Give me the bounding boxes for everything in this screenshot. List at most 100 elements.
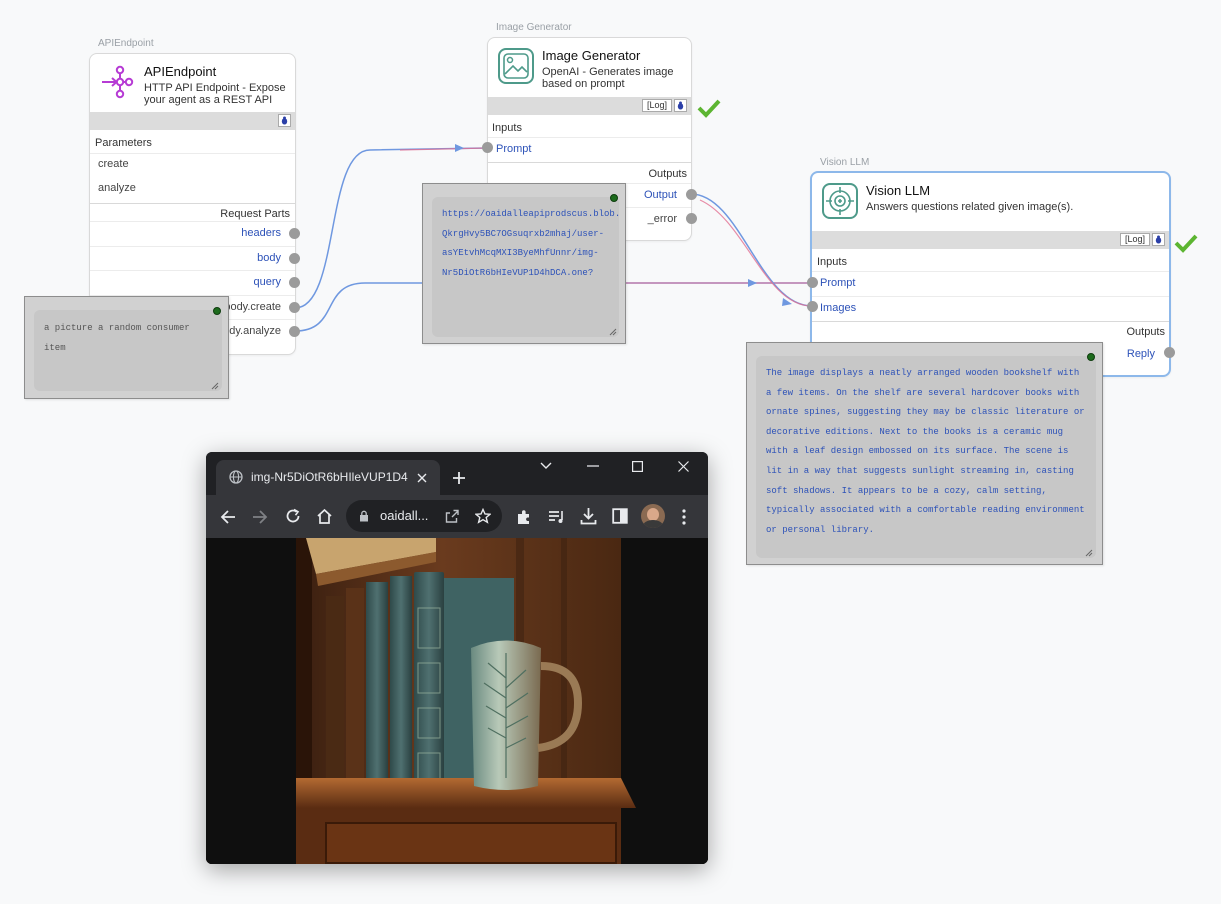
log-button[interactable]: [Log] (1119, 233, 1150, 246)
output-main-label: Output (643, 189, 677, 201)
browser-tab[interactable]: img-Nr5DiOtR6bHIleVUP1D4 (216, 460, 440, 495)
api-value-popup[interactable]: a picture a random consumer item (24, 296, 229, 399)
vision-reply-text[interactable]: The image displays a neatly arranged woo… (756, 356, 1096, 558)
lock-icon (360, 510, 368, 522)
port-output[interactable] (686, 189, 697, 200)
tab-strip: img-Nr5DiOtR6bHIleVUP1D4 (206, 452, 708, 495)
api-endpoint-icon (98, 62, 138, 102)
share-icon[interactable] (444, 508, 460, 524)
maximize-icon[interactable] (632, 461, 643, 472)
output-row-headers: headers (90, 221, 295, 245)
output-body-create-label: body.create (224, 301, 281, 313)
extensions-icon[interactable] (516, 509, 532, 525)
port-body[interactable] (289, 253, 300, 264)
image-url-popup[interactable]: https://oaidalleapiprodscus.blob.core.wi… (422, 183, 626, 344)
log-button[interactable]: [Log] (641, 99, 672, 112)
chevron-down-icon[interactable] (540, 462, 552, 470)
new-tab-icon[interactable] (452, 471, 466, 485)
api-node-caption: APIEndpoint (98, 38, 154, 49)
address-bar[interactable]: oaidall... (346, 500, 502, 532)
node-description: OpenAI - Generates image based on prompt (542, 66, 674, 90)
side-panel-icon[interactable] (612, 508, 628, 524)
port-query[interactable] (289, 277, 300, 288)
port-prompt-in[interactable] (482, 142, 493, 153)
image-url-text[interactable]: https://oaidalleapiprodscus.blob.core.wi… (432, 197, 619, 337)
back-icon[interactable] (220, 509, 236, 525)
api-value-text[interactable]: a picture a random consumer item (34, 310, 222, 391)
bug-icon (281, 116, 288, 125)
port-headers[interactable] (289, 228, 300, 239)
browser-window: img-Nr5DiOtR6bHIleVUP1D4 oaidall... (206, 452, 708, 864)
node-title: Vision LLM (866, 183, 931, 198)
close-window-icon[interactable] (678, 461, 689, 472)
inputs-label: Inputs (817, 256, 847, 268)
param-create[interactable]: create (98, 158, 129, 170)
input-row-prompt: Prompt (812, 271, 1169, 295)
minimize-icon[interactable] (587, 465, 599, 467)
forward-icon[interactable] (252, 509, 268, 525)
output-row-body: body (90, 246, 295, 270)
output-query-label: query (253, 276, 281, 288)
home-icon[interactable] (316, 508, 333, 525)
status-dot-icon (610, 194, 618, 202)
tab-title: img-Nr5DiOtR6bHIleVUP1D4 (251, 470, 408, 484)
vision-target-icon (820, 181, 860, 221)
node-toolbar: [Log] (812, 231, 1169, 249)
output-reply-label: Reply (1126, 348, 1155, 360)
input-prompt-label: Prompt (820, 277, 856, 289)
bookshelf-image (206, 538, 708, 864)
success-check-icon (1174, 234, 1198, 253)
address-text: oaidall... (380, 508, 429, 523)
input-prompt-label: Prompt (496, 143, 532, 155)
image-node-caption: Image Generator (496, 22, 572, 33)
port-body-analyze[interactable] (289, 326, 300, 337)
port-vision-prompt-in[interactable] (807, 277, 818, 288)
browser-toolbar: oaidall... (206, 495, 708, 538)
close-tab-icon[interactable] (417, 473, 427, 483)
input-row-images: Images (812, 296, 1169, 320)
param-analyze[interactable]: analyze (98, 182, 136, 194)
page-viewport (206, 538, 708, 864)
resize-handle-icon[interactable] (609, 328, 617, 336)
download-icon[interactable] (580, 507, 597, 525)
success-check-icon (697, 99, 721, 118)
bug-icon (677, 101, 684, 110)
outputs-label: Outputs (1126, 326, 1165, 338)
port-error[interactable] (686, 213, 697, 224)
input-row-prompt: Prompt (488, 137, 691, 161)
node-description: Answers questions related given image(s)… (866, 201, 1074, 213)
node-description: HTTP API Endpoint - Expose your agent as… (144, 82, 286, 106)
status-dot-icon (1087, 353, 1095, 361)
debug-button[interactable] (674, 99, 687, 112)
resize-handle-icon[interactable] (1085, 549, 1093, 557)
node-title: Image Generator (542, 48, 641, 63)
media-icon[interactable] (548, 509, 566, 525)
reload-icon[interactable] (285, 508, 301, 524)
resize-handle-icon[interactable] (211, 382, 219, 390)
node-toolbar: [Log] (488, 97, 691, 115)
star-icon[interactable] (475, 508, 491, 524)
request-parts-label: Request Parts (220, 208, 290, 220)
image-icon (496, 46, 536, 86)
debug-button[interactable] (1152, 233, 1165, 246)
output-error-label: _error (647, 213, 677, 225)
output-row-query: query (90, 270, 295, 294)
port-vision-images-in[interactable] (807, 301, 818, 312)
vision-reply-popup[interactable]: The image displays a neatly arranged woo… (746, 342, 1103, 565)
parameters-label: Parameters (95, 137, 152, 149)
output-headers-label: headers (241, 227, 281, 239)
outputs-label: Outputs (648, 168, 687, 180)
avatar[interactable] (641, 504, 665, 528)
debug-button[interactable] (278, 114, 291, 127)
bug-icon (1155, 235, 1162, 244)
status-dot-icon (213, 307, 221, 315)
output-body-label: body (257, 252, 281, 264)
menu-icon[interactable] (682, 509, 686, 525)
node-title: APIEndpoint (144, 64, 217, 79)
port-body-create[interactable] (289, 302, 300, 313)
vision-node-caption: Vision LLM (820, 157, 870, 168)
inputs-label: Inputs (492, 122, 522, 134)
input-images-label: Images (820, 302, 857, 314)
port-reply[interactable] (1164, 347, 1175, 358)
node-toolbar (90, 112, 295, 130)
